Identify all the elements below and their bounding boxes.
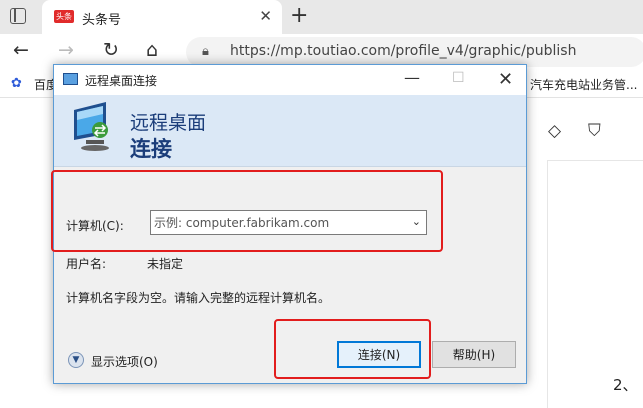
banner-title-line1: 远程桌面 [130,112,207,134]
show-options-chevron-icon[interactable]: ▼ [68,352,84,368]
eraser-icon[interactable]: ◇ [548,121,561,141]
forward-icon[interactable]: → [58,39,74,61]
tab-strip: 头条 头条号 ✕ + [0,0,643,34]
info-text: 计算机名字段为空。请输入完整的远程计算机名。 [66,291,331,305]
tab-actions-icon[interactable] [10,8,26,24]
help-button[interactable]: 帮助(H) [432,341,516,368]
bookmark-charging[interactable]: 汽车充电站业务管... [530,76,637,93]
reload-icon[interactable]: ↻ [103,39,119,61]
home-icon[interactable]: ⌂ [146,39,158,61]
highlight-box-connect [274,319,431,379]
dialog-titlebar[interactable]: 远程桌面连接 — ☐ ✕ [54,65,526,95]
username-label: 用户名: [66,257,107,271]
toutiao-favicon-icon: 头条 [54,10,74,23]
maximize-icon[interactable]: ☐ [452,70,465,86]
highlight-box-computer [51,170,443,252]
url-text[interactable]: https://mp.toutiao.com/profile_v4/graphi… [230,43,576,59]
page-sidebar-border [547,161,548,408]
lock-icon[interactable]: 🔒︎ [202,44,209,59]
paw-icon[interactable]: ✿ [11,76,22,91]
close-icon[interactable]: ✕ [498,69,513,90]
address-bar[interactable]: 🔒︎ https://mp.toutiao.com/profile_v4/gra… [186,37,643,67]
show-options-label[interactable]: 显示选项(O) [91,353,158,370]
back-icon[interactable]: ← [13,39,29,61]
username-value: 未指定 [147,257,184,271]
page-divider [547,160,643,161]
dialog-banner: 远程桌面 连接 [54,95,526,167]
page-side-text: 2、 [613,376,638,394]
new-tab-plus-icon[interactable]: + [290,3,308,28]
tab-title: 头条号 [82,13,122,28]
browser-tab[interactable]: 头条 头条号 ✕ [42,0,282,34]
tab-close-icon[interactable]: ✕ [259,7,272,25]
remote-desktop-icon [63,73,78,85]
dialog-title: 远程桌面连接 [85,74,158,88]
minimize-icon[interactable]: — [404,68,420,87]
monitor-icon [74,102,109,151]
banner-title-line2: 连接 [130,137,172,161]
brush-icon[interactable]: ⛉ [588,121,601,141]
